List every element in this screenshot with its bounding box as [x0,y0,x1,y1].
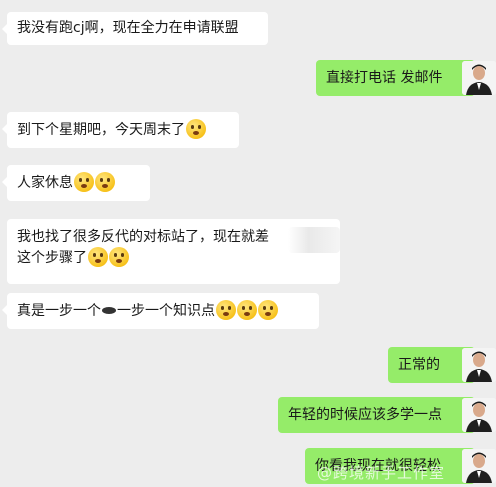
avatar[interactable] [462,398,496,432]
message-text: 人家休息 [17,175,73,191]
message-text: 真是一步一个 [17,303,101,319]
grimace-emoji-icon [258,300,278,320]
chat-bubble-outgoing[interactable]: 年轻的时候应该多学一点 [278,397,480,433]
user-avatar-icon [462,449,496,483]
grimace-emoji-icon [237,300,257,320]
message-text: 年轻的时候应该多学一点 [288,407,442,423]
grimace-emoji-icon [216,300,236,320]
watermark: @跨境新手工作室 [317,464,446,482]
laughing-emoji-icon [109,247,129,267]
grimace-emoji-icon [95,172,115,192]
message-text-line: 这个步骤了 [17,247,330,268]
message-text: 一步一个知识点 [117,303,215,319]
avatar[interactable] [462,61,496,95]
crying-emoji-icon [88,247,108,267]
chat-bubble-incoming[interactable]: 真是一步一个 一步一个知识点 [2,293,319,329]
user-avatar-icon [462,61,496,95]
user-avatar-icon [462,398,496,432]
chat-bubble-incoming[interactable]: 到下个星期吧，今天周末了 [2,112,239,148]
avatar[interactable] [462,348,496,382]
message-text: 正常的 [398,357,440,373]
avatar[interactable] [462,449,496,483]
crying-emoji-icon [74,172,94,192]
message-text: 直接打电话 发邮件 [326,70,443,86]
chat-bubble-incoming[interactable]: 人家休息 [2,165,150,201]
chat-bubble-incoming[interactable]: 我没有跑cj啊，现在全力在申请联盟 [2,12,268,45]
message-text-line: 我也找了很多反代的对标站了，现在就差 [17,229,269,245]
grimace-emoji-icon [186,119,206,139]
chat-bubble-outgoing[interactable]: 直接打电话 发邮件 [316,60,480,96]
message-text: 我没有跑cj啊，现在全力在申请联盟 [17,20,239,36]
message-text: 到下个星期吧，今天周末了 [17,122,185,138]
eye-emoji-icon [102,307,116,314]
blurred-redaction [288,227,340,253]
user-avatar-icon [462,348,496,382]
chat-bubble-incoming[interactable]: 我也找了很多反代的对标站了，现在就差 这个步骤了 [7,219,340,284]
